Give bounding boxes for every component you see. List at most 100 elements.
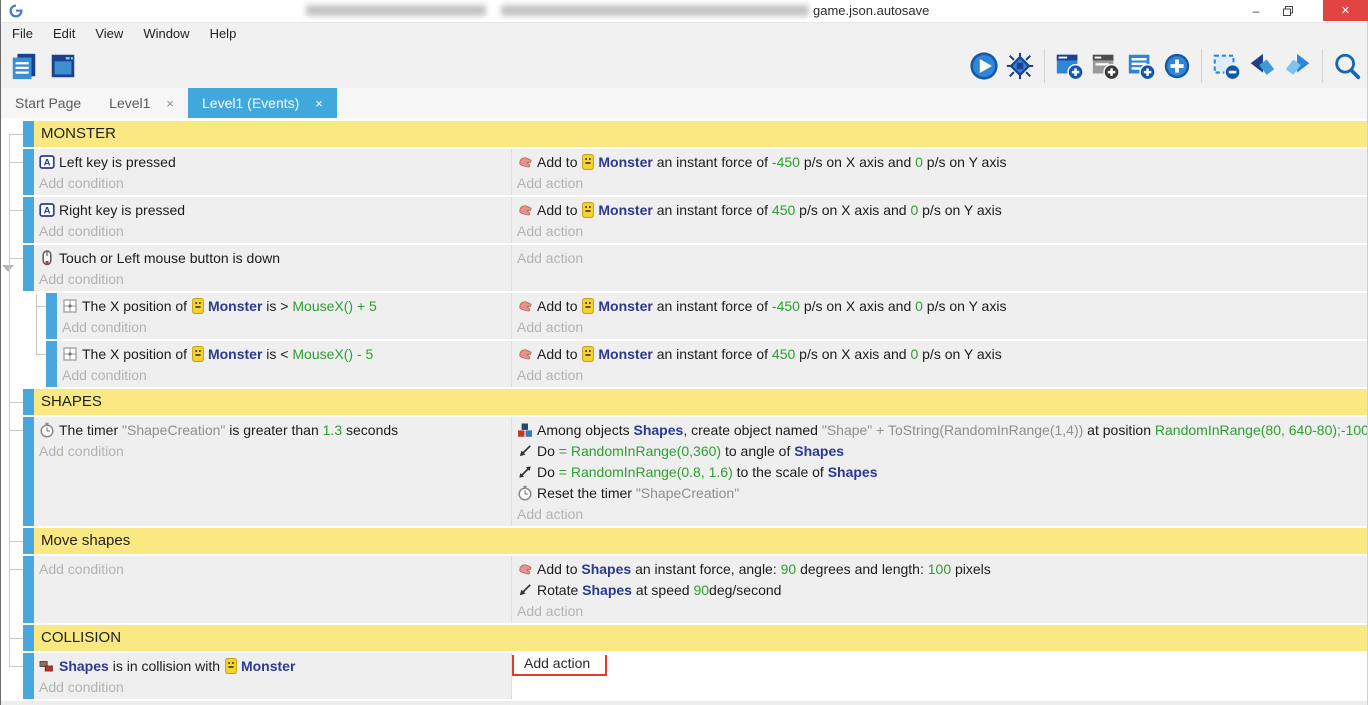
add-action-placeholder[interactable]: Add action [512, 172, 1367, 193]
comment-label[interactable]: SHAPES [34, 389, 1367, 415]
redo-button[interactable] [1281, 48, 1315, 84]
scene-editor-button[interactable] [46, 48, 80, 84]
expression-value: = RandomInRange(0,360) [559, 443, 721, 459]
add-action-placeholder[interactable]: Add action [512, 600, 1367, 621]
menu-help[interactable]: Help [200, 23, 247, 45]
condition-line[interactable]: The timer "ShapeCreation" is greater tha… [34, 419, 511, 440]
action-line[interactable]: Add to Monster an instant force of -450 … [512, 295, 1367, 316]
debug-button[interactable] [1003, 48, 1037, 84]
project-manager-button[interactable] [7, 48, 41, 84]
empty-sheet-area [1, 701, 1367, 705]
event-handle-bar[interactable] [23, 528, 34, 554]
add-action-placeholder[interactable]: Add action [512, 364, 1367, 385]
add-action-button-highlighted[interactable]: Add action [512, 655, 607, 676]
tab-start-page[interactable]: Start Page [1, 88, 95, 118]
tab-close-icon[interactable]: × [315, 96, 323, 111]
object-name: Shapes [59, 658, 109, 674]
menu-view[interactable]: View [85, 23, 133, 45]
actions-cell: Add to Monster an instant force of -450 … [511, 293, 1367, 339]
add-other-button[interactable] [1160, 48, 1194, 84]
condition-line[interactable]: ALeft key is pressed [34, 151, 511, 172]
add-comment-button[interactable] [1124, 48, 1158, 84]
menu-window[interactable]: Window [133, 23, 199, 45]
event-handle-bar[interactable] [23, 556, 34, 623]
instruction-text: The X position of [82, 346, 191, 362]
add-action-placeholder[interactable]: Add action [512, 316, 1367, 337]
add-condition-placeholder[interactable]: Add condition [34, 172, 511, 193]
close-button[interactable]: ✕ [1323, 0, 1368, 21]
delete-event-button[interactable] [1209, 48, 1243, 84]
action-line[interactable]: Among objects Shapes, create object name… [512, 419, 1367, 440]
tab-label: Start Page [15, 95, 81, 111]
add-condition-placeholder[interactable]: Add condition [34, 268, 511, 289]
force-icon [517, 346, 534, 362]
condition-line[interactable]: Shapes is in collision with Monster [34, 655, 511, 676]
event-row: ARight key is pressedAdd conditionAdd to… [23, 197, 1367, 243]
action-line[interactable]: Add to Shapes an instant force, angle: 9… [512, 558, 1367, 579]
menu-file[interactable]: File [2, 23, 43, 45]
expression-value: 0 [910, 202, 918, 218]
action-line[interactable]: Do = RandomInRange(0,360) to angle of Sh… [512, 440, 1367, 461]
action-line[interactable]: Do = RandomInRange(0.8, 1.6) to the scal… [512, 461, 1367, 482]
event-handle-bar[interactable] [23, 417, 34, 526]
event-handle-bar[interactable] [23, 389, 34, 415]
instruction-text: pixels [951, 561, 991, 577]
force-icon [517, 298, 534, 314]
action-line[interactable]: Add to Monster an instant force of 450 p… [512, 199, 1367, 220]
action-line[interactable]: Rotate Shapes at speed 90deg/second [512, 579, 1367, 600]
tab-level1-events-[interactable]: Level1 (Events) × [188, 88, 337, 118]
add-condition-placeholder[interactable]: Add condition [34, 558, 511, 579]
add-sub-event-button[interactable] [1088, 48, 1122, 84]
condition-line[interactable]: The X position of Monster is < MouseX() … [57, 343, 511, 364]
undo-button[interactable] [1245, 48, 1279, 84]
add-condition-placeholder[interactable]: Add condition [57, 364, 511, 385]
add-event-button[interactable] [1052, 48, 1086, 84]
expression-value: MouseX() + 5 [292, 298, 376, 314]
instruction-text: p/s on Y axis [918, 346, 1002, 362]
scene-editor-icon [48, 51, 78, 81]
add-action-placeholder[interactable]: Add action [512, 503, 1367, 524]
expander-arrow-icon[interactable] [2, 265, 14, 272]
comment-label[interactable]: MONSTER [34, 121, 1367, 147]
event-handle-bar[interactable] [23, 121, 34, 147]
condition-line[interactable]: ARight key is pressed [34, 199, 511, 220]
event-handle-bar[interactable] [23, 197, 34, 243]
instruction-text: at speed [632, 582, 694, 598]
add-condition-placeholder[interactable]: Add condition [34, 440, 511, 461]
comment-label[interactable]: Move shapes [34, 528, 1367, 554]
menu-edit[interactable]: Edit [43, 23, 85, 45]
add-condition-placeholder[interactable]: Add condition [34, 220, 511, 241]
event-handle-bar[interactable] [23, 653, 34, 699]
tab-label: Level1 (Events) [202, 95, 299, 111]
action-line[interactable]: Add to Monster an instant force of -450 … [512, 151, 1367, 172]
event-handle-bar[interactable] [46, 341, 57, 387]
expression-value: MouseX() - 5 [292, 346, 373, 362]
add-action-placeholder[interactable]: Add action [512, 220, 1367, 241]
tab-close-icon[interactable]: × [166, 96, 174, 111]
condition-line[interactable]: The X position of Monster is > MouseX() … [57, 295, 511, 316]
play-button[interactable] [967, 48, 1001, 84]
action-line[interactable]: Reset the timer "ShapeCreation" [512, 482, 1367, 503]
event-handle-bar[interactable] [23, 625, 34, 651]
maximize-button[interactable] [1273, 0, 1303, 21]
title-bar: game.json.autosave – ✕ [1, 0, 1367, 22]
search-button[interactable] [1330, 48, 1364, 84]
action-line[interactable]: Add to Monster an instant force of 450 p… [512, 343, 1367, 364]
event-handle-bar[interactable] [23, 149, 34, 195]
event-sheet: MONSTERALeft key is pressedAdd condition… [1, 118, 1367, 705]
event-handle-bar[interactable] [46, 293, 57, 339]
instruction-text: Touch or Left mouse button is down [59, 250, 280, 266]
event-handle-bar[interactable] [23, 245, 34, 291]
instruction-text: The timer [59, 422, 122, 438]
string-value: "Shape" + ToString(RandomInRange(1,4)) [822, 422, 1083, 438]
add-condition-placeholder[interactable]: Add condition [57, 316, 511, 337]
svg-text:A: A [44, 157, 51, 168]
instruction-text: an instant force of [653, 346, 772, 362]
minimize-button[interactable]: – [1241, 0, 1271, 21]
condition-line[interactable]: Touch or Left mouse button is down [34, 247, 511, 268]
tab-level1[interactable]: Level1× [95, 88, 188, 118]
add-condition-placeholder[interactable]: Add condition [34, 676, 511, 697]
comment-label[interactable]: COLLISION [34, 625, 1367, 651]
add-action-placeholder[interactable]: Add action [512, 247, 1367, 268]
object-name: Monster [241, 658, 295, 674]
